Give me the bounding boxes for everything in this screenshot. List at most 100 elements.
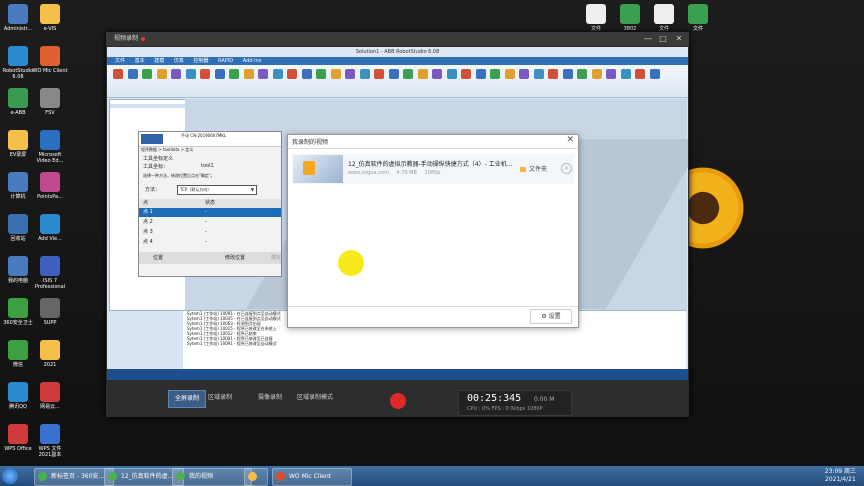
desktop-icon[interactable]: Add Vie... (32, 214, 68, 242)
ribbon-tool-icon[interactable] (171, 69, 181, 79)
desktop-icon[interactable]: 微信 (0, 340, 36, 368)
ribbon-tool-icon[interactable] (533, 69, 544, 79)
desktop-icon[interactable]: RobotStudio 6.08 (0, 46, 36, 80)
mode-fullscreen[interactable]: 全屏录制 (168, 390, 207, 408)
ribbon-tool-icon[interactable] (200, 69, 210, 79)
table-row[interactable]: 点 3 - (139, 228, 281, 237)
ribbon-tool-icon[interactable] (519, 69, 529, 79)
ribbon-tool-icon[interactable] (649, 69, 660, 79)
desktop-icon[interactable]: 网易云... (32, 382, 68, 410)
close-button[interactable]: ✕ (672, 32, 686, 46)
taskbar-item[interactable]: 新标签页 - 360安... (34, 468, 114, 486)
desktop-icon[interactable]: e-ABB (0, 88, 36, 116)
position-button[interactable]: 位置 (153, 252, 163, 264)
clock[interactable]: 23:09 周三 2021/4/21 (825, 468, 856, 484)
ribbon-tool-icon[interactable] (214, 69, 225, 79)
start-button[interactable] (2, 468, 18, 484)
ribbon-tool-icon[interactable] (446, 69, 457, 79)
desktop-icon[interactable]: WO Mic Client (32, 46, 68, 74)
ribbon-tool-icon[interactable] (475, 69, 486, 79)
desktop-icon[interactable]: 文件 (646, 4, 682, 32)
ribbon-tool-icon[interactable] (345, 69, 355, 79)
confirm-button[interactable]: 确定 (271, 252, 281, 264)
ribbon-tool-icon[interactable] (635, 69, 645, 79)
ribbon-tool-icon[interactable] (316, 69, 326, 79)
ribbon-tool-icon[interactable] (461, 69, 471, 79)
settings-button[interactable]: ⚙ 设置 (530, 309, 572, 324)
taskbar-item[interactable] (244, 468, 268, 486)
desktop-icon[interactable]: PointsPa... (32, 172, 68, 200)
ribbon-tool-icon[interactable] (229, 69, 239, 79)
ribbon-tool-icon[interactable] (142, 69, 152, 79)
mode-camera[interactable]: 摄像录制 (252, 390, 288, 406)
table-row[interactable]: 点 4 - (139, 238, 281, 247)
modify-position-button[interactable]: 修改位置 (225, 252, 245, 264)
desktop-icon[interactable]: Administr... (0, 4, 36, 32)
mode-region[interactable]: 区域录制 (202, 390, 238, 406)
desktop-icon[interactable]: SUPP (32, 298, 68, 326)
ribbon-tool-icon[interactable] (258, 69, 268, 79)
desktop-icon[interactable]: EV录屏 (0, 130, 36, 158)
ribbon-tool-icon[interactable] (562, 69, 573, 79)
ribbon-tool-icon[interactable] (301, 69, 312, 79)
desktop-icon[interactable]: e-VIS (32, 4, 68, 32)
desktop-icon[interactable]: FSV (32, 88, 68, 116)
desktop-icon[interactable]: 我的电脑 (0, 256, 36, 284)
menu-item[interactable]: Add-Ins (243, 58, 262, 64)
ribbon-tool-icon[interactable] (359, 69, 370, 79)
menu-item[interactable]: 控制器 (193, 58, 208, 64)
desktop-icon[interactable]: 文件 (680, 4, 716, 32)
menu-button[interactable] (141, 134, 163, 144)
ribbon-tool-icon[interactable] (591, 69, 602, 79)
ribbon-tool-icon[interactable] (374, 69, 384, 79)
desktop-icon[interactable]: 计算机 (0, 172, 36, 200)
desktop-icon[interactable]: 2021 (32, 340, 68, 368)
video-thumbnail[interactable] (293, 155, 343, 183)
ribbon-tool-icon[interactable] (113, 69, 123, 79)
maximize-button[interactable]: □ (656, 32, 670, 46)
desktop-icon[interactable]: 360安全卫士 (0, 298, 36, 326)
desktop-icon[interactable]: Microsoft Video Ed... (32, 130, 68, 164)
ribbon-tool-icon[interactable] (606, 69, 616, 79)
delete-icon[interactable]: ✕ (561, 163, 572, 174)
ribbon-tool-icon[interactable] (272, 69, 283, 79)
ribbon-tool-icon[interactable] (504, 69, 515, 79)
record-button[interactable] (390, 393, 406, 409)
open-folder-button[interactable]: 文件夹 (520, 164, 547, 173)
desktop-icon[interactable]: 3802 (612, 4, 648, 32)
desktop-icon[interactable]: 回收站 (0, 214, 36, 242)
table-row[interactable]: 点 2 - (139, 218, 281, 227)
minimize-button[interactable]: — (641, 32, 655, 46)
ribbon-tool-icon[interactable] (127, 69, 138, 79)
desktop-icon[interactable]: 文件 (578, 4, 614, 32)
menu-item[interactable]: 基本 (135, 58, 145, 64)
ribbon-tool-icon[interactable] (185, 69, 196, 79)
desktop-icon[interactable]: WPS 文件 2021副本 (32, 424, 68, 458)
ribbon-tool-icon[interactable] (432, 69, 442, 79)
table-row[interactable]: 点 1 - (139, 208, 281, 217)
ribbon-tool-icon[interactable] (577, 69, 587, 79)
video-item[interactable]: 12_仿真软件的虚拟示教器-手动操纵快捷方式（4）- 工业机... www.ix… (292, 154, 574, 184)
ribbon-tool-icon[interactable] (417, 69, 428, 79)
ribbon-tool-icon[interactable] (330, 69, 341, 79)
menu-item[interactable]: RAPID (218, 58, 233, 64)
taskbar-item[interactable]: WO Mic Client (272, 468, 352, 486)
ribbon-tool-icon[interactable] (243, 69, 254, 79)
ribbon-tool-icon[interactable] (620, 69, 631, 79)
menu-item[interactable]: 仿真 (174, 58, 184, 64)
ribbon-tool-icon[interactable] (403, 69, 413, 79)
desktop-icon[interactable]: WPS Office (0, 424, 36, 452)
desktop-icon[interactable]: 腾讯QQ (0, 382, 36, 410)
taskbar-item[interactable]: 我的视频 (172, 468, 252, 486)
ribbon-tool-icon[interactable] (156, 69, 167, 79)
mode-region-record[interactable]: 区域录制模式 (291, 390, 339, 406)
menu-item[interactable]: 建模 (154, 58, 164, 64)
desktop-icon[interactable]: ISIS 7 Professional (32, 256, 68, 290)
ribbon-tool-icon[interactable] (490, 69, 500, 79)
method-select[interactable]: TCP（默认方向） ▼ (177, 185, 257, 195)
ribbon-tool-icon[interactable] (287, 69, 297, 79)
ribbon-tool-icon[interactable] (548, 69, 558, 79)
close-icon[interactable]: ✕ (566, 135, 574, 145)
menu-item[interactable]: 文件 (115, 58, 125, 64)
ribbon-tool-icon[interactable] (388, 69, 399, 79)
